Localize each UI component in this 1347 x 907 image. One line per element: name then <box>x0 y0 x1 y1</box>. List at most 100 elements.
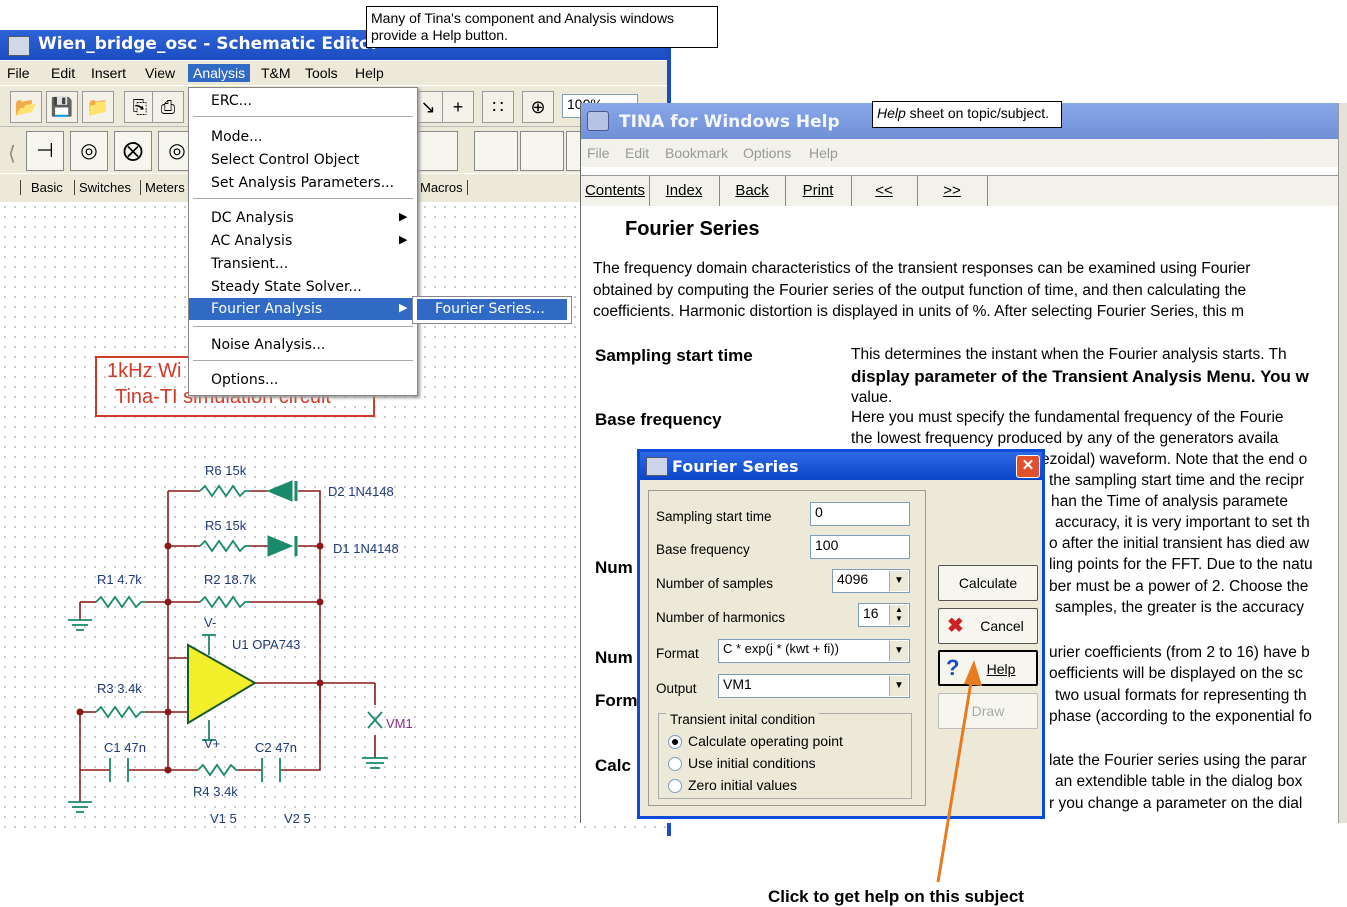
menu-item-mode[interactable]: Mode... <box>189 126 417 148</box>
fourier-submenu: Fourier Series... <box>412 296 572 324</box>
tab-basic[interactable]: Basic <box>20 180 63 195</box>
scroll-left-icon[interactable]: ⟨ <box>8 141 16 166</box>
help-index-button[interactable]: Index <box>649 176 720 206</box>
menu-item-fourier-analysis[interactable]: Fourier Analysis ▶ <box>189 298 417 320</box>
menu-tm[interactable]: T&M <box>256 64 296 82</box>
component-slot-2[interactable] <box>474 131 518 171</box>
menu-item-erc[interactable]: ERC... <box>189 90 417 112</box>
menu-item-dc-analysis[interactable]: DC Analysis ▶ <box>189 207 417 229</box>
submenu-arrow-icon: ▶ <box>399 233 408 246</box>
paste-icon[interactable]: ⎙ <box>152 91 184 123</box>
chevron-down-icon: ▼ <box>889 641 908 661</box>
help-button-bar: Contents Index Back Print << >> <box>581 175 1347 207</box>
label-d2: D2 1N4148 <box>328 484 394 499</box>
help-term-num: Num <box>595 648 633 667</box>
component-slot-3[interactable] <box>520 131 564 171</box>
help-contents-button[interactable]: Contents <box>581 176 650 206</box>
close-icon[interactable]: ✕ <box>1016 455 1040 478</box>
save-icon[interactable]: 💾 <box>46 91 78 123</box>
menu-item-noise-analysis[interactable]: Noise Analysis... <box>189 334 417 356</box>
radio-label: Calculate operating point <box>688 733 843 749</box>
help-menu-bookmark[interactable]: Bookmark <box>665 145 728 161</box>
label-r5: R5 15k <box>205 518 247 533</box>
radio-label: Zero initial values <box>688 777 797 793</box>
help-desc-line: han the Time of analysis paramete <box>1051 493 1288 510</box>
transient-group-label: Transient inital condition <box>666 712 820 727</box>
menu-insert[interactable]: Insert <box>86 64 131 82</box>
tab-macros[interactable]: Macros <box>420 180 468 195</box>
sampling-start-time-input[interactable]: 0 <box>810 502 910 526</box>
menu-item-options[interactable]: Options... <box>189 369 417 391</box>
junction-icon[interactable]: + <box>442 91 474 123</box>
ground-component-icon[interactable]: ⊣ <box>26 131 64 171</box>
menu-separator <box>193 360 413 361</box>
label-vplus: V+ <box>204 736 221 751</box>
chevron-down-icon: ▼ <box>889 571 908 591</box>
help-term-calc: Calc <box>595 756 631 775</box>
help-intro-line: obtained by computing the Fourier series… <box>593 282 1247 299</box>
help-desc-line: ber must be a power of 2. Choose the <box>1049 578 1309 595</box>
label-r6: R6 15k <box>205 463 247 478</box>
menu-view[interactable]: View <box>140 64 180 82</box>
radio-calculate-operating-point[interactable] <box>668 735 682 749</box>
label-c2: C2 47n <box>255 740 297 755</box>
component-slot-1[interactable] <box>414 131 458 171</box>
radio-zero-initial-values[interactable] <box>668 779 682 793</box>
editor-menu-bar: File Edit Insert View Analysis T&M Tools… <box>0 61 671 85</box>
analysis-menu: ERC... Mode... Select Control Object Set… <box>188 87 418 396</box>
zoom-icon[interactable]: ⊕ <box>522 91 554 123</box>
menu-item-steady-state-solver[interactable]: Steady State Solver... <box>189 276 417 298</box>
menu-edit[interactable]: Edit <box>46 64 80 82</box>
meter-component-icon[interactable]: ◎ <box>70 131 108 171</box>
radio-use-initial-conditions[interactable] <box>668 757 682 771</box>
help-menu-file[interactable]: File <box>587 145 610 161</box>
help-desc-line: urier coefficients (from 2 to 16) have b <box>1049 644 1310 661</box>
help-menu-help[interactable]: Help <box>809 145 838 161</box>
grid-icon[interactable]: ∷ <box>482 91 514 123</box>
menu-file[interactable]: File <box>2 64 35 82</box>
label-v1: V1 5 <box>210 811 237 826</box>
calculate-button[interactable]: Calculate <box>938 565 1038 601</box>
menu-help[interactable]: Help <box>350 64 389 82</box>
menu-item-transient[interactable]: Transient... <box>189 253 417 275</box>
menu-tools[interactable]: Tools <box>300 64 343 82</box>
format-select[interactable]: C * exp(j * (kwt + fi)) ▼ <box>718 639 910 663</box>
help-desc-line: o after the initial transient has died a… <box>1049 535 1310 552</box>
callout-help-button-note: Many of Tina's component and Analysis wi… <box>366 6 718 48</box>
submenu-item-fourier-series[interactable]: Fourier Series... <box>417 299 567 320</box>
base-frequency-input[interactable]: 100 <box>810 535 910 559</box>
help-desc-line: an extendible table in the dialog box <box>1055 773 1303 790</box>
output-label: Output <box>656 681 697 696</box>
help-print-button[interactable]: Print <box>785 176 852 206</box>
radio-label: Use initial conditions <box>688 755 816 771</box>
number-of-harmonics-stepper[interactable]: 16 ▲ ▼ <box>858 603 910 627</box>
tab-meters[interactable]: Meters <box>140 180 185 195</box>
help-menu-options[interactable]: Options <box>743 145 791 161</box>
help-next-button[interactable]: >> <box>917 176 988 206</box>
menu-item-set-analysis-parameters[interactable]: Set Analysis Parameters... <box>189 172 417 194</box>
cancel-button[interactable]: ✖ Cancel <box>938 608 1038 644</box>
tab-switches[interactable]: Switches <box>74 180 131 195</box>
circuit-title-line1: 1kHz Wi <box>107 360 182 382</box>
open-project-icon[interactable]: 📁 <box>82 91 114 123</box>
help-scrollbar[interactable] <box>1338 103 1347 823</box>
help-back-button[interactable]: Back <box>719 176 786 206</box>
tina-app-icon <box>8 36 30 56</box>
menu-item-ac-analysis[interactable]: AC Analysis ▶ <box>189 230 417 252</box>
open-folder-icon[interactable]: 📂 <box>10 91 42 123</box>
help-desc-line: r you change a parameter on the dial <box>1049 795 1303 812</box>
number-of-samples-select[interactable]: 4096 ▼ <box>832 569 910 593</box>
footer-caption: Click to get help on this subject <box>768 887 1024 906</box>
label-d1: D1 1N4148 <box>333 541 399 556</box>
base-frequency-label: Base frequency <box>656 542 750 557</box>
number-of-samples-label: Number of samples <box>656 576 774 591</box>
format-label: Format <box>656 646 699 661</box>
source-component-icon[interactable]: ⨂ <box>114 131 152 171</box>
sampling-start-time-label: Sampling start time <box>656 509 772 524</box>
help-menu-edit[interactable]: Edit <box>625 145 649 161</box>
menu-analysis[interactable]: Analysis <box>188 64 251 82</box>
menu-item-select-control-object[interactable]: Select Control Object <box>189 149 417 171</box>
label-r1: R1 4.7k <box>97 572 142 587</box>
output-select[interactable]: VM1 ▼ <box>718 674 910 698</box>
help-prev-button[interactable]: << <box>851 176 918 206</box>
